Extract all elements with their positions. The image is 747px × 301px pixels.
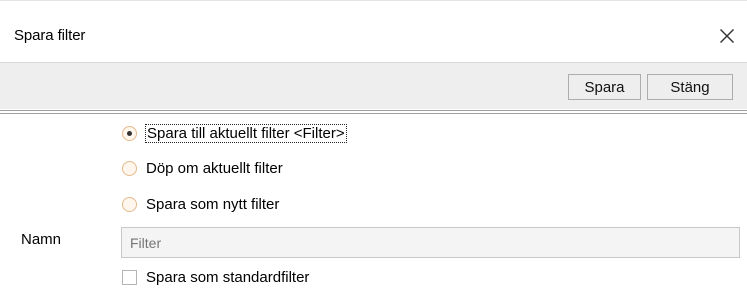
radio-button[interactable]	[122, 160, 137, 176]
radio-save-to-current[interactable]: Spara till aktuellt filter <Filter>	[122, 123, 347, 143]
default-filter-checkbox[interactable]	[122, 269, 137, 285]
save-filter-dialog: Spara filter Spara Stäng Spara till aktu…	[0, 0, 747, 301]
dialog-title: Spara filter	[14, 27, 86, 44]
separator-line	[0, 110, 747, 111]
close-icon	[720, 29, 734, 43]
checkbox-label: Spara som standardfilter	[146, 268, 310, 286]
radio-button[interactable]	[122, 196, 137, 212]
toolbar: Spara Stäng	[0, 62, 747, 109]
radio-label: Spara som nytt filter	[146, 195, 280, 213]
title-bar: Spara filter	[0, 1, 747, 62]
radio-rename-current[interactable]: Döp om aktuellt filter	[122, 158, 283, 178]
radio-save-as-new[interactable]: Spara som nytt filter	[122, 194, 279, 214]
radio-label: Spara till aktuellt filter <Filter>	[145, 123, 347, 143]
close-dialog-button[interactable]: Stäng	[647, 74, 733, 100]
name-label: Namn	[21, 231, 62, 248]
save-button[interactable]: Spara	[568, 74, 641, 100]
close-button[interactable]	[712, 21, 742, 51]
dialog-content: Spara till aktuellt filter <Filter> Döp …	[0, 114, 747, 301]
default-filter-checkbox-row[interactable]: Spara som standardfilter	[122, 267, 309, 287]
name-input[interactable]	[121, 227, 740, 258]
radio-button[interactable]	[122, 125, 137, 141]
radio-label: Döp om aktuellt filter	[146, 159, 283, 177]
